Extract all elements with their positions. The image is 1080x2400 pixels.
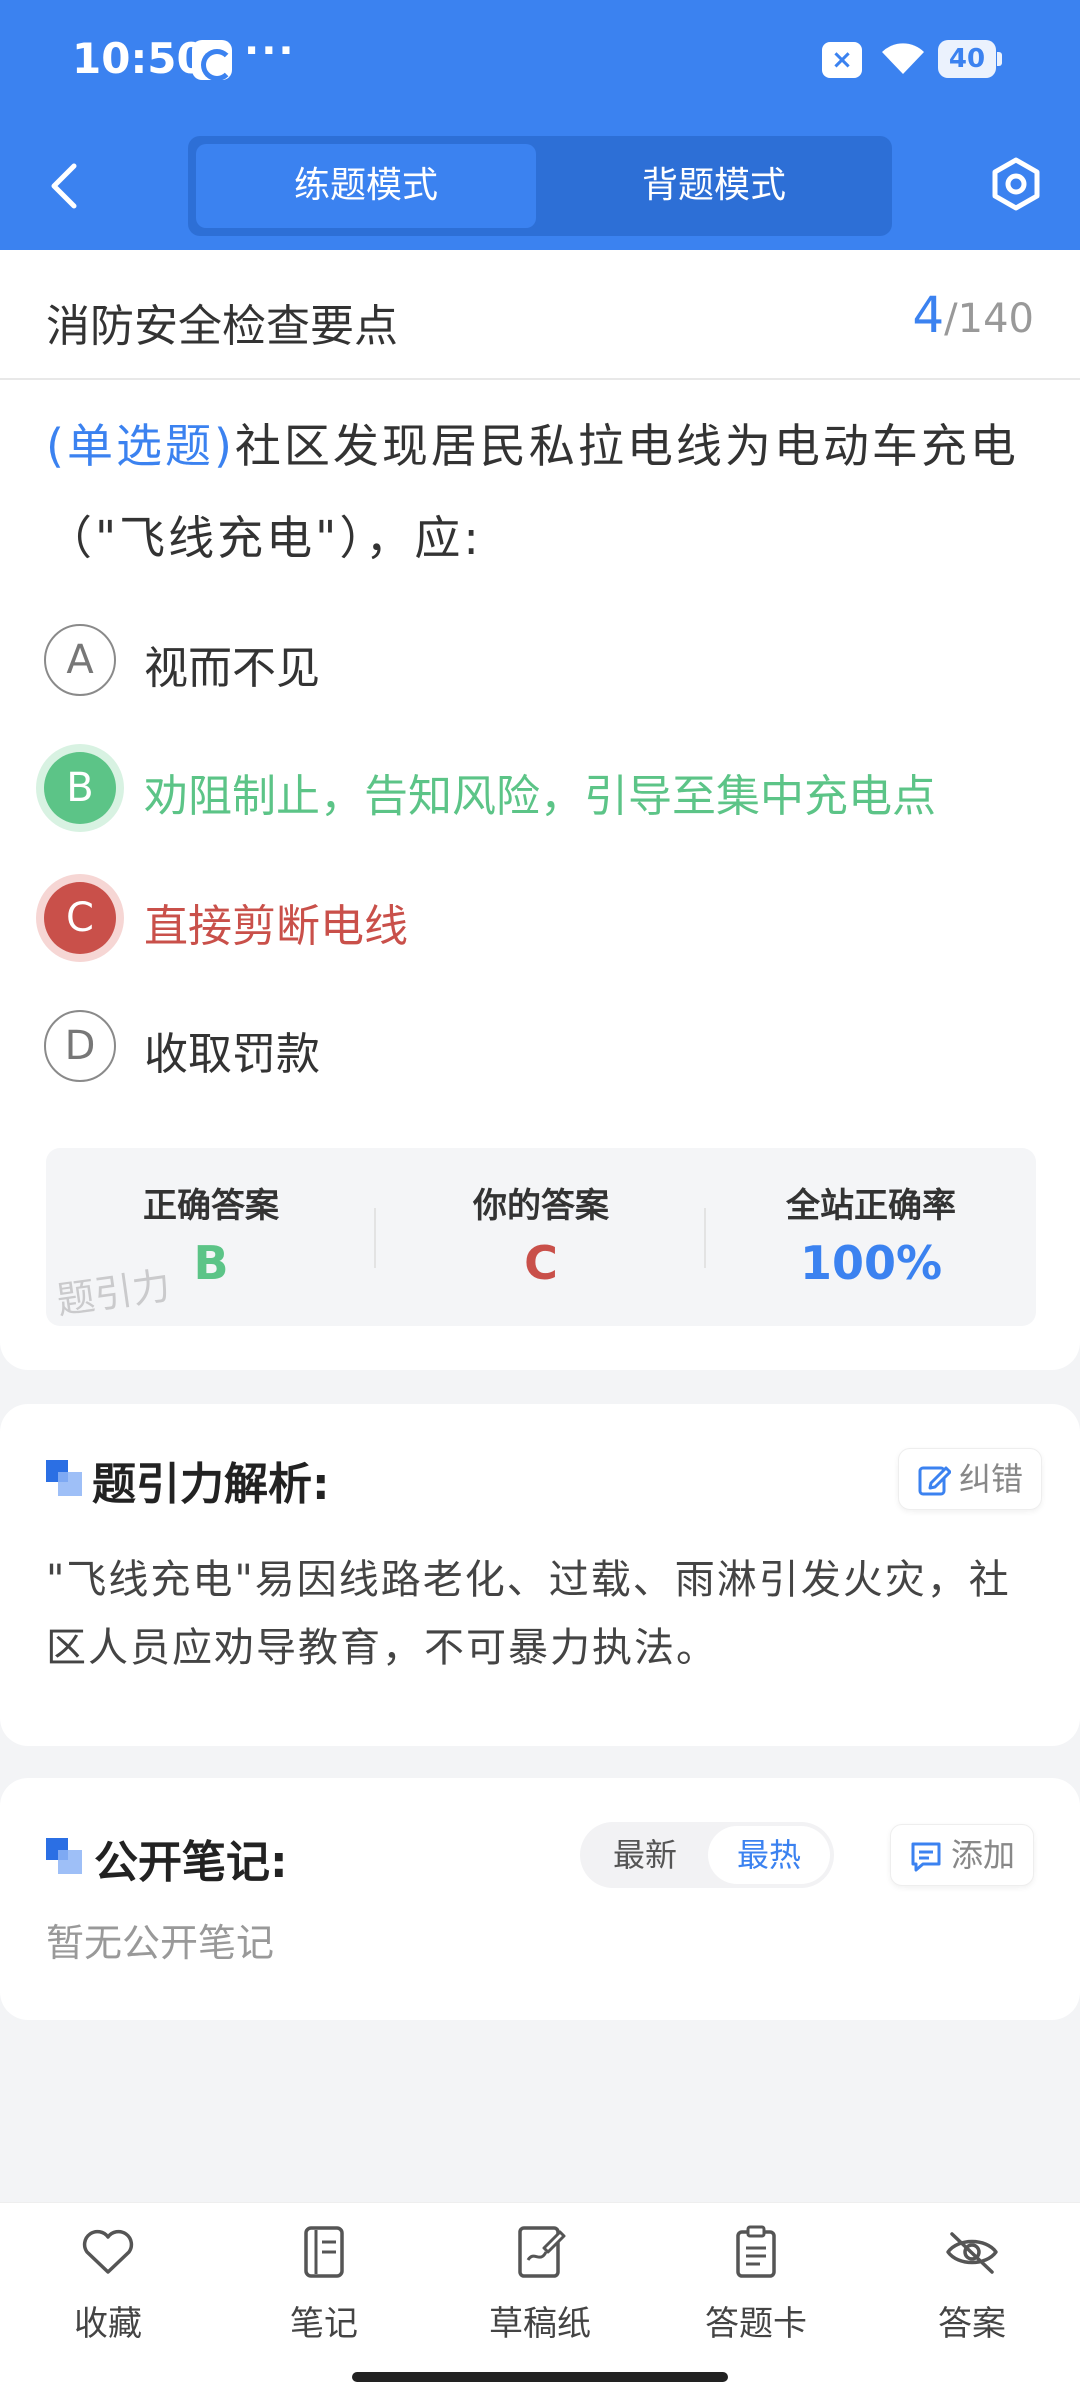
your-answer-value: C [524,1236,558,1290]
notes-icon [46,1838,82,1874]
eye-off-icon [946,2232,998,2274]
total-questions: 140 [957,296,1034,342]
option-a[interactable]: A 视而不见 [44,624,1044,700]
section-title: 消防安全检查要点 [46,301,398,352]
draft-icon [518,2226,566,2278]
draft-label: 草稿纸 [489,2304,591,2344]
edit-icon [918,1466,951,1496]
analysis-title: 题引力解析: [92,1459,330,1510]
notes-sort-toggle: 最新 最热 [580,1822,834,1888]
heart-icon [82,2229,134,2274]
battery-level: 40 [948,44,986,74]
option-d-text: 收取罚款 [144,1029,320,1080]
clipboard-icon [736,2225,776,2278]
favorite-label: 收藏 [74,2304,142,2344]
home-indicator[interactable] [352,2372,728,2382]
notes-button[interactable]: 笔记 [244,2222,404,2352]
report-error-label: 纠错 [959,1460,1024,1498]
add-note-label: 添加 [951,1836,1016,1874]
status-bar: 10:50 ··· × 40 [0,0,1080,120]
accuracy-label: 全站正确率 [786,1186,956,1226]
question-type: (单选题) [46,419,235,473]
option-a-letter: A [44,624,116,696]
report-error-button[interactable]: 纠错 [898,1448,1043,1510]
draft-button[interactable]: 草稿纸 [460,2222,620,2352]
current-question-number: 4 [912,286,945,344]
notes-card [0,1778,1080,2020]
answer-sheet-label: 答题卡 [705,2304,807,2344]
mode-switch: 练题模式 背题模式 [188,136,892,236]
show-answer-button[interactable]: 答案 [892,2222,1052,2352]
app-notification-icon [192,40,233,81]
option-b-text: 劝阻制止，告知风险，引导至集中充电点 [144,771,936,822]
option-d-letter: D [44,1010,116,1082]
comment-icon [911,1842,941,1872]
notes-label: 笔记 [290,2304,358,2344]
option-a-text: 视而不见 [144,643,320,694]
your-answer-label: 你的答案 [473,1186,609,1226]
counter-separator: / [944,296,958,342]
more-notifications-icon: ··· [244,28,296,74]
option-c[interactable]: C 直接剪断电线 [44,882,1044,958]
status-time: 10:50 [72,34,206,83]
question-counter: 4/140 [912,286,1034,344]
accuracy-col: 全站正确率 100% [706,1148,1036,1326]
option-c-text: 直接剪断电线 [144,901,408,952]
option-b-letter: B [44,752,116,824]
answer-summary: 正确答案 B 你的答案 C 全站正确率 100% [46,1148,1036,1326]
settings-icon[interactable] [988,156,1044,212]
option-d[interactable]: D 收取罚款 [44,1010,1044,1086]
accuracy-value: 100% [799,1236,943,1290]
option-b[interactable]: B 劝阻制止，告知风险，引导至集中充电点 [44,752,1044,828]
battery-icon: 40 [938,40,1002,78]
add-note-button[interactable]: 添加 [890,1824,1035,1886]
favorite-button[interactable]: 收藏 [28,2222,188,2352]
your-answer-col: 你的答案 C [376,1148,706,1326]
notebook-icon [304,2226,344,2278]
wifi-icon [882,43,924,74]
show-answer-label: 答案 [938,2304,1006,2344]
tab-memorize-mode[interactable]: 背题模式 [544,144,884,228]
no-sim-icon: × [822,42,862,78]
sort-hottest-button[interactable]: 最热 [708,1826,830,1884]
notes-title: 公开笔记: [94,1837,288,1888]
question-text: (单选题)社区发现居民私拉电线为电动车充电（"飞线充电"），应: [46,400,1036,584]
divider [0,378,1080,380]
correct-answer-label: 正确答案 [143,1186,279,1226]
tab-practice-mode[interactable]: 练题模式 [196,144,536,228]
analysis-icon [46,1460,82,1496]
analysis-text: "飞线充电"易因线路老化、过载、雨淋引发火灾，社区人员应劝导教育，不可暴力执法。 [46,1557,1011,1671]
app-header: 10:50 ··· × 40 练题模式 背题模式 [0,0,1080,250]
notes-empty-text: 暂无公开笔记 [46,1921,275,1965]
option-c-letter: C [44,882,116,954]
back-arrow-icon[interactable] [40,158,90,214]
sort-newest-button[interactable]: 最新 [584,1826,706,1884]
answer-sheet-button[interactable]: 答题卡 [676,2222,836,2352]
